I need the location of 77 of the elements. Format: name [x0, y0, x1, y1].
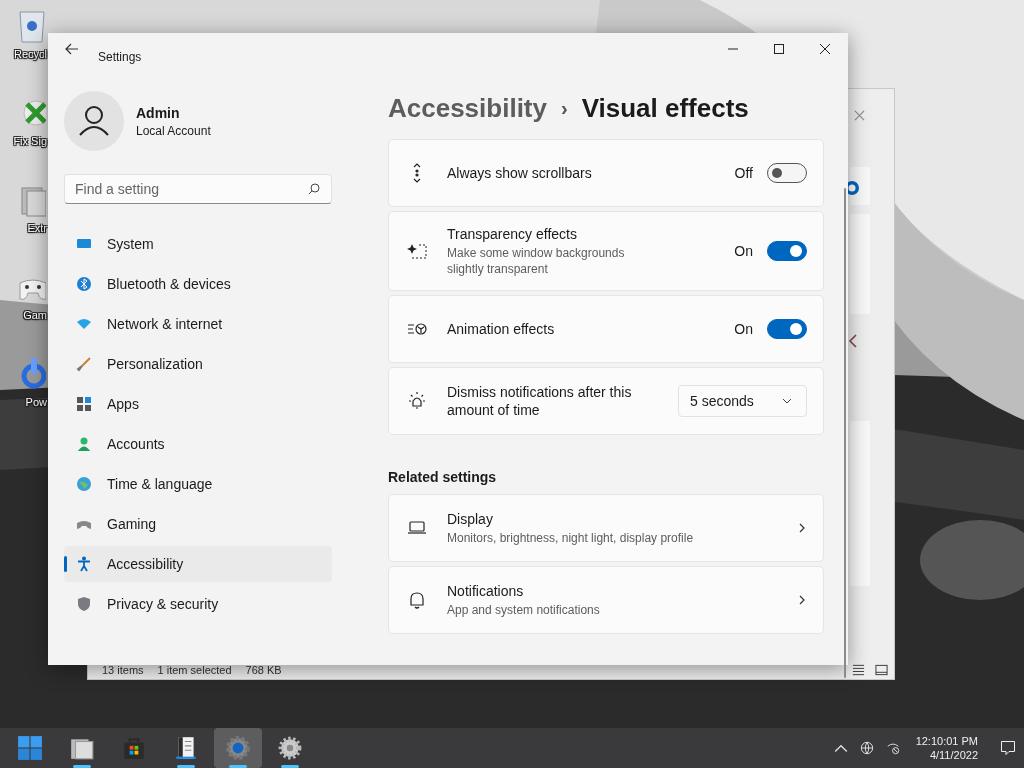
section-heading: Related settings — [388, 469, 498, 485]
toggle-state: On — [734, 243, 753, 259]
chevron-right-icon — [799, 595, 805, 605]
toggle-state: On — [734, 321, 753, 337]
apps-grid-icon — [76, 396, 92, 412]
breadcrumb-separator: › — [561, 96, 568, 120]
brush-icon — [76, 356, 92, 372]
window-title: Settings — [98, 50, 142, 64]
setting-title: Transparency effects — [447, 225, 578, 243]
back-arrow-icon[interactable] — [65, 43, 79, 55]
account-type: Local Account — [136, 123, 211, 138]
nav-item[interactable]: Apps — [64, 386, 332, 422]
avatar-icon[interactable] — [64, 91, 124, 151]
nav-item[interactable]: Accessibility — [64, 546, 332, 582]
close-icon — [820, 44, 830, 54]
nav-item[interactable]: System — [64, 226, 332, 262]
setting-title: Display — [447, 510, 494, 528]
shield-icon — [76, 596, 92, 612]
setting-description: Make some window backgrounds slightly transparent — [447, 245, 626, 277]
gear-icon — [225, 735, 251, 761]
setting-title: Always show scrollbars — [447, 164, 592, 182]
clock[interactable]: 12:10:01 PM 4/11/2022 — [915, 735, 978, 761]
toggle-state: Off — [734, 165, 753, 181]
shopping-bag-icon — [121, 735, 147, 761]
wifi-icon — [76, 316, 92, 332]
thumbnail-view-icon[interactable] — [875, 664, 888, 676]
related-setting-link[interactable]: Display Monitors, brightness, night light, display profile — [388, 494, 824, 562]
person-icon — [76, 436, 92, 452]
nav-item[interactable]: Accounts — [64, 426, 332, 462]
globe-icon — [76, 476, 92, 492]
toggle-switch[interactable] — [767, 163, 807, 183]
toggle-switch[interactable] — [767, 319, 807, 339]
setting-title: Notifications — [447, 582, 525, 600]
status-text: 1 item selected — [157, 664, 232, 676]
related-setting-link[interactable]: Notifications App and system notifications — [388, 566, 824, 634]
chevron-down-icon — [782, 398, 792, 404]
nav-item[interactable]: Network & internet — [64, 306, 332, 342]
accessibility-icon — [76, 556, 92, 572]
setting-title: Animation effects — [447, 320, 555, 338]
bell-icon — [407, 590, 427, 610]
notebook-icon — [173, 735, 199, 761]
notification-icon[interactable] — [1000, 740, 1016, 756]
scrollbar[interactable] — [844, 188, 846, 678]
status-text: 768 KB — [245, 664, 282, 676]
nav-item[interactable]: Time & language — [64, 466, 332, 502]
bell-rays-icon — [407, 391, 427, 411]
desktop-icon-label[interactable]: Extr — [27, 222, 47, 234]
desktop-icon-label[interactable]: Fix Sig — [13, 135, 47, 147]
close-icon[interactable] — [854, 110, 865, 121]
duration-dropdown[interactable]: 5 seconds — [678, 385, 807, 417]
nav-item[interactable]: Privacy & security — [64, 586, 332, 622]
search-field[interactable]: Find a setting — [64, 174, 332, 204]
network-icon[interactable] — [885, 741, 900, 755]
setting-description: Monitors, brightness, night light, display profile — [447, 530, 694, 546]
windows-logo-icon — [17, 735, 43, 761]
nav-item[interactable]: Bluetooth & devices — [64, 266, 332, 302]
account-name: Admin — [136, 104, 181, 121]
globe-icon[interactable] — [859, 741, 874, 755]
nav-item[interactable]: Personalization — [64, 346, 332, 382]
status-text: 13 items — [102, 664, 144, 676]
search-icon[interactable] — [308, 183, 320, 195]
desktop-icon-label[interactable]: Pow — [25, 396, 47, 408]
setting-description: App and system notifications — [447, 602, 600, 618]
maximize-icon — [774, 44, 784, 54]
page-title: Visual effects — [581, 92, 749, 124]
cog-icon — [277, 735, 303, 761]
bluetooth-icon — [76, 276, 92, 292]
desktop-icon-label[interactable]: Recycl — [14, 48, 47, 60]
breadcrumb-link[interactable]: Accessibility — [388, 92, 547, 124]
nav-item[interactable]: Gaming — [64, 506, 332, 542]
sparkle-frame-icon — [407, 241, 427, 261]
details-view-icon[interactable] — [852, 664, 865, 676]
chevron-right-icon — [799, 523, 805, 533]
chevron-left-icon[interactable] — [849, 334, 857, 348]
recycle-bin-icon[interactable] — [18, 8, 46, 44]
setting-title: Dismiss notifications after this amount of time — [447, 383, 633, 419]
toggle-switch[interactable] — [767, 241, 807, 261]
